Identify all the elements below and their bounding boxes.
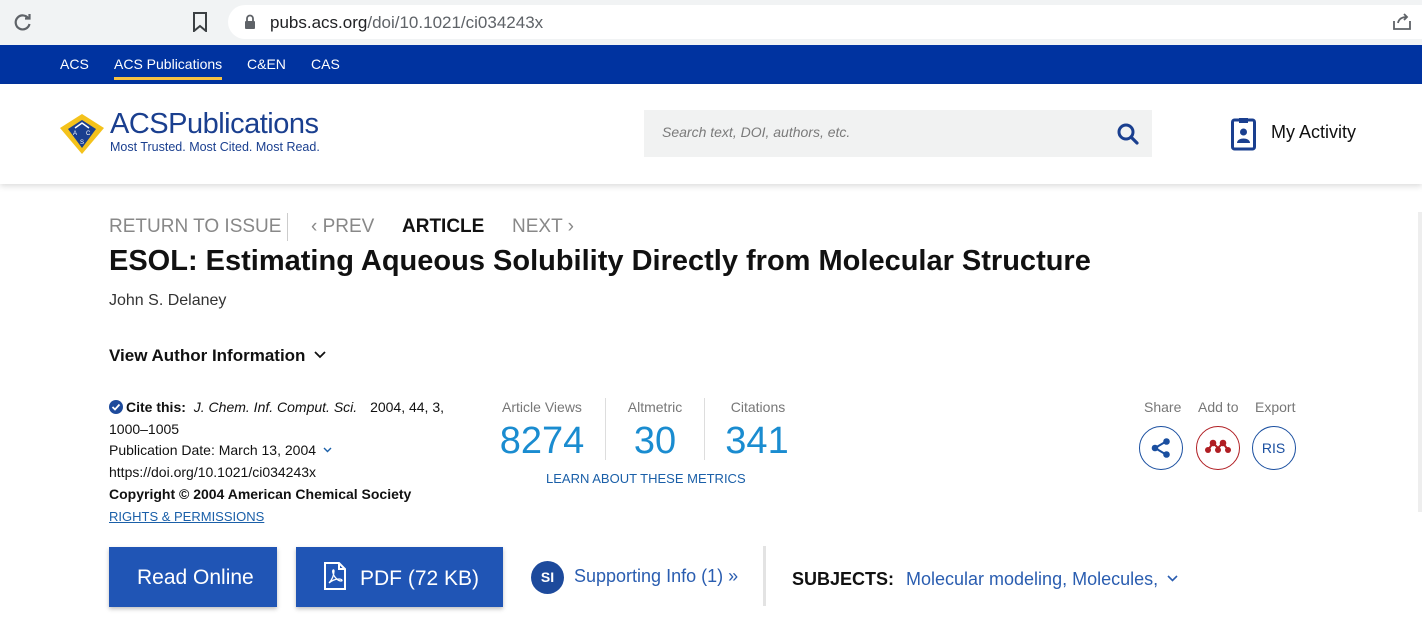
bookmark-icon[interactable]: [192, 12, 208, 32]
my-activity-icon[interactable]: [1231, 117, 1256, 151]
pdf-download-button[interactable]: PDF (72 KB): [296, 547, 503, 607]
cite-line: Cite this: J. Chem. Inf. Comput. Sci. 20…: [109, 399, 444, 415]
learn-metrics-link[interactable]: LEARN ABOUT THESE METRICS: [546, 471, 746, 486]
metric-value-views: 8274: [499, 420, 585, 462]
url-host: pubs.acs.org: [270, 13, 368, 32]
svg-text:C: C: [86, 131, 91, 137]
view-author-info-toggle[interactable]: View Author Information: [109, 346, 326, 366]
nav-item-cen[interactable]: C&EN: [247, 56, 286, 72]
article-nav-current: ARTICLE: [402, 216, 485, 237]
rights-permissions-link[interactable]: RIGHTS & PERMISSIONS: [109, 509, 264, 524]
article-title: ESOL: Estimating Aqueous Solubility Dire…: [109, 245, 1091, 277]
nav-item-cas[interactable]: CAS: [311, 56, 340, 72]
subjects-text: Molecular modeling, Molecules,: [906, 569, 1159, 589]
share-icon: [1151, 438, 1170, 458]
my-activity-link[interactable]: My Activity: [1271, 122, 1356, 143]
metric-label-altmetric: Altmetric: [627, 399, 683, 415]
check-circle-icon: [109, 400, 123, 414]
search-input[interactable]: [662, 124, 1092, 140]
chevron-down-icon: [323, 447, 332, 453]
acs-global-nav: ACS ACS Publications C&EN CAS: [0, 45, 1422, 84]
share-page-icon[interactable]: [1392, 13, 1412, 31]
url-text: pubs.acs.org/doi/10.1021/ci034243x: [270, 13, 543, 33]
prev-link[interactable]: ‹ PREV: [311, 216, 374, 238]
subjects-label: SUBJECTS:: [792, 569, 895, 589]
copyright: Copyright © 2004 American Chemical Socie…: [109, 486, 412, 502]
doi-link[interactable]: https://doi.org/10.1021/ci034243x: [109, 464, 316, 480]
reload-icon[interactable]: [13, 12, 33, 32]
chevron-left-icon: ‹: [311, 216, 323, 237]
si-badge[interactable]: SI: [531, 561, 564, 594]
logo-text-publications: Publications: [168, 108, 319, 140]
browser-toolbar: pubs.acs.org/doi/10.1021/ci034243x: [0, 0, 1422, 45]
chevron-right-icon: ›: [562, 216, 574, 237]
metric-value-citations[interactable]: 341: [722, 420, 792, 463]
export-ris-button[interactable]: RIS: [1252, 426, 1296, 470]
publication-date-text: Publication Date: March 13, 2004: [109, 442, 317, 458]
metric-divider: [605, 398, 606, 460]
prev-label: PREV: [322, 216, 375, 237]
article-nav-divider: [287, 213, 288, 241]
search-icon[interactable]: [1117, 123, 1139, 145]
actions-divider: [763, 546, 766, 606]
cite-label: Cite this:: [126, 399, 186, 415]
search-box: [644, 110, 1152, 157]
site-header: A C S ACSPublications Most Trusted. Most…: [0, 84, 1422, 184]
publication-date[interactable]: Publication Date: March 13, 2004: [109, 442, 332, 458]
lock-icon: [245, 14, 255, 29]
logo-tagline: Most Trusted. Most Cited. Most Read.: [110, 140, 320, 154]
address-bar[interactable]: pubs.acs.org/doi/10.1021/ci034243x: [228, 5, 1422, 39]
export-ris-label: RIS: [1261, 440, 1286, 456]
metric-label-views: Article Views: [502, 399, 582, 415]
pdf-icon: [324, 562, 346, 590]
add-to-mendeley-button[interactable]: [1196, 426, 1240, 470]
scrollbar-track[interactable]: [1418, 212, 1422, 512]
metric-value-altmetric[interactable]: 30: [625, 420, 685, 463]
cite-pages: 1000–1005: [109, 421, 180, 437]
nav-item-acs-publications[interactable]: ACS Publications: [114, 56, 223, 80]
pdf-label: PDF (72 KB): [360, 567, 480, 590]
acs-logo-emblem[interactable]: A C S: [58, 112, 106, 156]
supporting-info-link[interactable]: Supporting Info (1) »: [574, 566, 738, 587]
export-label: Export: [1255, 399, 1296, 415]
author-info-label: View Author Information: [109, 346, 306, 365]
share-button[interactable]: [1139, 426, 1183, 470]
cite-journal: J. Chem. Inf. Comput. Sci.: [193, 399, 358, 415]
add-to-label: Add to: [1198, 399, 1239, 415]
svg-text:A: A: [73, 131, 77, 137]
logo-wordmark[interactable]: ACSPublications: [110, 108, 319, 141]
svg-text:S: S: [80, 140, 84, 146]
return-to-issue-link[interactable]: RETURN TO ISSUE: [109, 216, 281, 238]
read-online-button[interactable]: Read Online: [109, 547, 277, 607]
metric-label-citations: Citations: [730, 399, 786, 415]
url-path: /doi/10.1021/ci034243x: [367, 13, 544, 32]
chevron-down-icon: [314, 351, 326, 359]
nav-item-acs[interactable]: ACS: [60, 56, 89, 72]
subjects-list[interactable]: Molecular modeling, Molecules,: [906, 569, 1178, 590]
chevron-down-icon: [1167, 575, 1178, 582]
article-authors[interactable]: John S. Delaney: [109, 292, 226, 310]
share-label: Share: [1144, 399, 1182, 415]
mendeley-icon: [1205, 439, 1231, 453]
read-online-label: Read Online: [137, 566, 254, 589]
cite-details: 2004, 44, 3,: [370, 399, 445, 415]
next-label: NEXT: [512, 216, 563, 237]
logo-text-acs: ACS: [110, 108, 169, 140]
metric-divider: [704, 398, 705, 460]
next-link[interactable]: NEXT ›: [512, 216, 574, 238]
